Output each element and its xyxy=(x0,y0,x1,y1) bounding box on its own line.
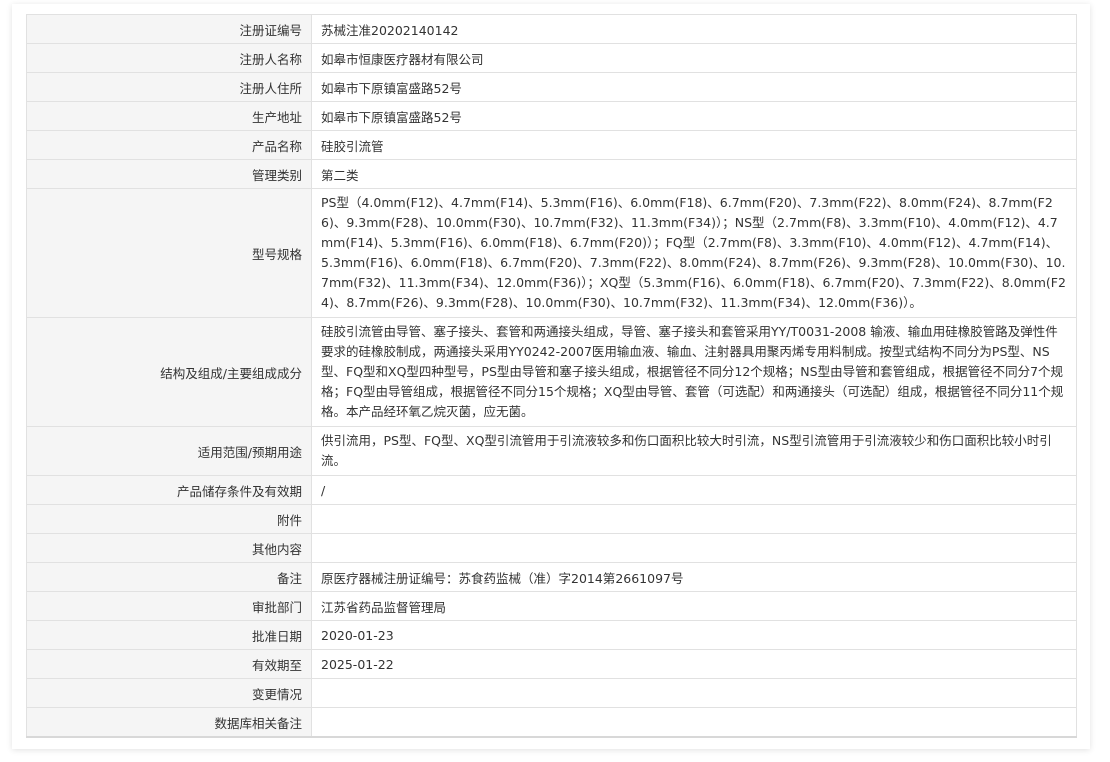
row-value-registration-no: 苏械注准20202140142 xyxy=(311,14,1077,44)
row-label-model-spec: 型号规格 xyxy=(26,188,312,318)
table-row: 审批部门 江苏省药品监督管理局 xyxy=(26,591,1077,621)
row-label-change-history: 变更情况 xyxy=(26,678,312,708)
table-row: 数据库相关备注 xyxy=(26,707,1077,738)
row-label-registrant-address: 注册人住所 xyxy=(26,72,312,102)
row-label-intended-use: 适用范围/预期用途 xyxy=(26,426,312,476)
table-row: 其他内容 xyxy=(26,533,1077,563)
row-label-database-notes: 数据库相关备注 xyxy=(26,707,312,738)
row-value-attachments xyxy=(311,504,1077,534)
table-row: 有效期至 2025-01-22 xyxy=(26,649,1077,679)
row-value-change-history xyxy=(311,678,1077,708)
row-value-approval-department: 江苏省药品监督管理局 xyxy=(311,591,1077,621)
row-label-remarks: 备注 xyxy=(26,562,312,592)
row-label-approval-department: 审批部门 xyxy=(26,591,312,621)
table-row: 附件 xyxy=(26,504,1077,534)
registration-detail-table: 注册证编号 苏械注准20202140142 注册人名称 如皋市恒康医疗器材有限公… xyxy=(26,14,1077,738)
row-label-approval-date: 批准日期 xyxy=(26,620,312,650)
table-row: 变更情况 xyxy=(26,678,1077,708)
table-row: 结构及组成/主要组成成分 硅胶引流管由导管、塞子接头、套管和两通接头组成，导管、… xyxy=(26,317,1077,427)
row-value-other-content xyxy=(311,533,1077,563)
detail-panel: 注册证编号 苏械注准20202140142 注册人名称 如皋市恒康医疗器材有限公… xyxy=(12,4,1090,749)
row-value-registrant-address: 如皋市下原镇富盛路52号 xyxy=(311,72,1077,102)
table-row: 备注 原医疗器械注册证编号：苏食药监械（准）字2014第2661097号 xyxy=(26,562,1077,592)
row-label-registration-no: 注册证编号 xyxy=(26,14,312,44)
table-row: 产品名称 硅胶引流管 xyxy=(26,130,1077,160)
row-value-model-spec: PS型（4.0mm(F12)、4.7mm(F14)、5.3mm(F16)、6.0… xyxy=(311,188,1077,318)
row-value-valid-until: 2025-01-22 xyxy=(311,649,1077,679)
table-row: 注册人名称 如皋市恒康医疗器材有限公司 xyxy=(26,43,1077,73)
row-label-other-content: 其他内容 xyxy=(26,533,312,563)
row-value-structure-composition: 硅胶引流管由导管、塞子接头、套管和两通接头组成，导管、塞子接头和套管采用YY/T… xyxy=(311,317,1077,427)
row-label-management-class: 管理类别 xyxy=(26,159,312,189)
table-row: 批准日期 2020-01-23 xyxy=(26,620,1077,650)
table-row: 型号规格 PS型（4.0mm(F12)、4.7mm(F14)、5.3mm(F16… xyxy=(26,188,1077,318)
row-value-storage-validity: / xyxy=(311,475,1077,505)
row-label-structure-composition: 结构及组成/主要组成成分 xyxy=(26,317,312,427)
row-label-valid-until: 有效期至 xyxy=(26,649,312,679)
row-value-registrant-name: 如皋市恒康医疗器材有限公司 xyxy=(311,43,1077,73)
row-value-remarks: 原医疗器械注册证编号：苏食药监械（准）字2014第2661097号 xyxy=(311,562,1077,592)
row-label-product-name: 产品名称 xyxy=(26,130,312,160)
row-value-intended-use: 供引流用，PS型、FQ型、XQ型引流管用于引流液较多和伤口面积比较大时引流，NS… xyxy=(311,426,1077,476)
row-label-storage-validity: 产品储存条件及有效期 xyxy=(26,475,312,505)
row-value-production-address: 如皋市下原镇富盛路52号 xyxy=(311,101,1077,131)
table-row: 适用范围/预期用途 供引流用，PS型、FQ型、XQ型引流管用于引流液较多和伤口面… xyxy=(26,426,1077,476)
table-row: 注册证编号 苏械注准20202140142 xyxy=(26,14,1077,44)
row-value-approval-date: 2020-01-23 xyxy=(311,620,1077,650)
table-row: 管理类别 第二类 xyxy=(26,159,1077,189)
row-label-attachments: 附件 xyxy=(26,504,312,534)
row-label-registrant-name: 注册人名称 xyxy=(26,43,312,73)
table-row: 注册人住所 如皋市下原镇富盛路52号 xyxy=(26,72,1077,102)
row-value-management-class: 第二类 xyxy=(311,159,1077,189)
row-value-product-name: 硅胶引流管 xyxy=(311,130,1077,160)
table-row: 生产地址 如皋市下原镇富盛路52号 xyxy=(26,101,1077,131)
row-label-production-address: 生产地址 xyxy=(26,101,312,131)
table-row: 产品储存条件及有效期 / xyxy=(26,475,1077,505)
row-value-database-notes xyxy=(311,707,1077,738)
